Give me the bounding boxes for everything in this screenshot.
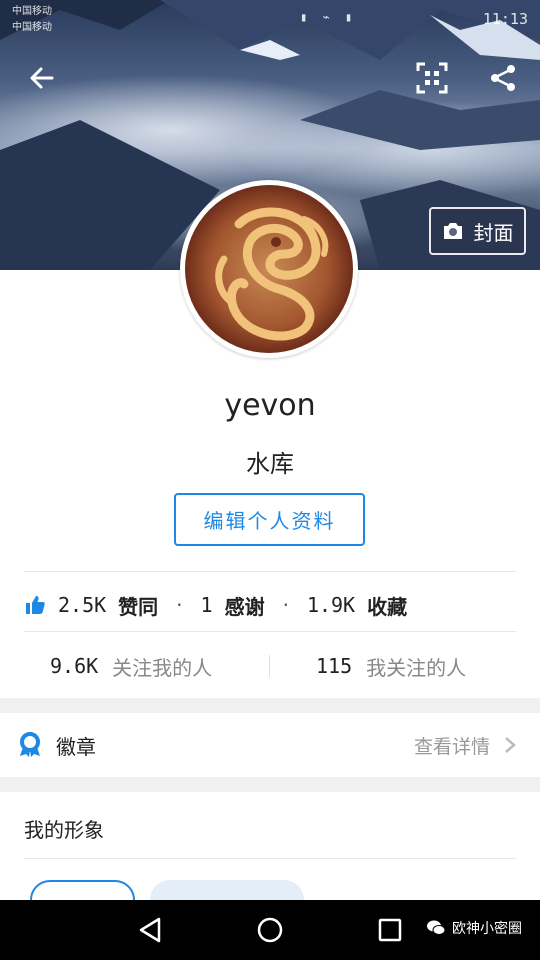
divider	[24, 631, 516, 632]
edit-profile-button[interactable]: 编辑个人资料	[174, 493, 365, 546]
favorites-label[interactable]: 收藏	[367, 591, 407, 620]
qr-code-button[interactable]	[410, 56, 454, 100]
badge-medal-icon	[20, 732, 40, 757]
followers-label: 关注我的人	[112, 655, 213, 680]
share-icon	[491, 65, 515, 91]
chevron-right-icon	[505, 737, 516, 753]
carrier-2: 中国移动	[12, 22, 52, 33]
separator-dot: ·	[176, 593, 183, 617]
qr-code-scan-icon	[416, 62, 448, 94]
system-nav-bar: 欧神小密圈	[0, 900, 540, 960]
watermark-text: 欧神小密圈	[452, 921, 522, 937]
thumbs-up-icon	[26, 596, 45, 614]
vertical-divider	[269, 655, 270, 677]
status-time: 11:13	[482, 10, 528, 28]
thanks-count[interactable]: 1	[201, 593, 213, 617]
divider	[24, 571, 516, 572]
profile-bio: 水库	[246, 450, 294, 478]
carrier-1: 中国移动	[12, 6, 52, 17]
following-count: 115	[316, 654, 353, 678]
square-recents-icon	[378, 918, 402, 942]
divider	[24, 858, 516, 859]
cover-button-label: 封面	[473, 220, 514, 245]
following-label: 我关注的人	[366, 655, 467, 680]
badges-row[interactable]: 徽章 查看详情	[0, 713, 540, 777]
my-image-section: 我的形象	[0, 792, 540, 920]
nav-back-button[interactable]	[134, 914, 166, 946]
circle-home-icon	[257, 917, 283, 943]
my-image-title: 我的形象	[24, 818, 104, 842]
thanks-label[interactable]: 感谢	[225, 591, 265, 620]
followers-count: 9.6K	[50, 654, 99, 678]
nav-home-button[interactable]	[254, 914, 286, 946]
profile-name: yevon	[224, 388, 316, 423]
separator-dot: ·	[282, 593, 289, 617]
badges-detail-link: 查看详情	[413, 735, 490, 758]
watermark: 欧神小密圈	[426, 918, 522, 938]
follow-row: 9.6K 关注我的人 115 我关注的人	[0, 640, 540, 692]
change-cover-button[interactable]: 封面	[429, 207, 526, 255]
back-button[interactable]	[20, 56, 64, 100]
triangle-back-icon	[139, 917, 161, 943]
stats-row: 2.5K 赞同 · 1 感谢 · 1.9K 收藏	[24, 583, 407, 627]
status-bar: 中国移动 中国移动 ▮ ⌁ ▮ 11:13	[0, 0, 540, 36]
followers-link[interactable]: 9.6K 关注我的人	[50, 640, 212, 692]
nav-recents-button[interactable]	[374, 914, 406, 946]
camera-icon	[443, 223, 462, 239]
arrow-left-icon	[30, 67, 54, 89]
likes-count[interactable]: 2.5K	[58, 593, 106, 617]
avatar[interactable]	[180, 180, 358, 358]
favorites-count[interactable]: 1.9K	[307, 593, 355, 617]
likes-label[interactable]: 赞同	[118, 591, 158, 620]
badges-label: 徽章	[56, 734, 96, 759]
share-button[interactable]	[481, 56, 525, 100]
status-icons: ▮ ⌁ ▮	[300, 10, 357, 24]
dragon-emblem-avatar-image	[185, 185, 353, 353]
following-link[interactable]: 115 我关注的人	[316, 640, 466, 692]
wechat-logo-icon	[427, 920, 446, 935]
